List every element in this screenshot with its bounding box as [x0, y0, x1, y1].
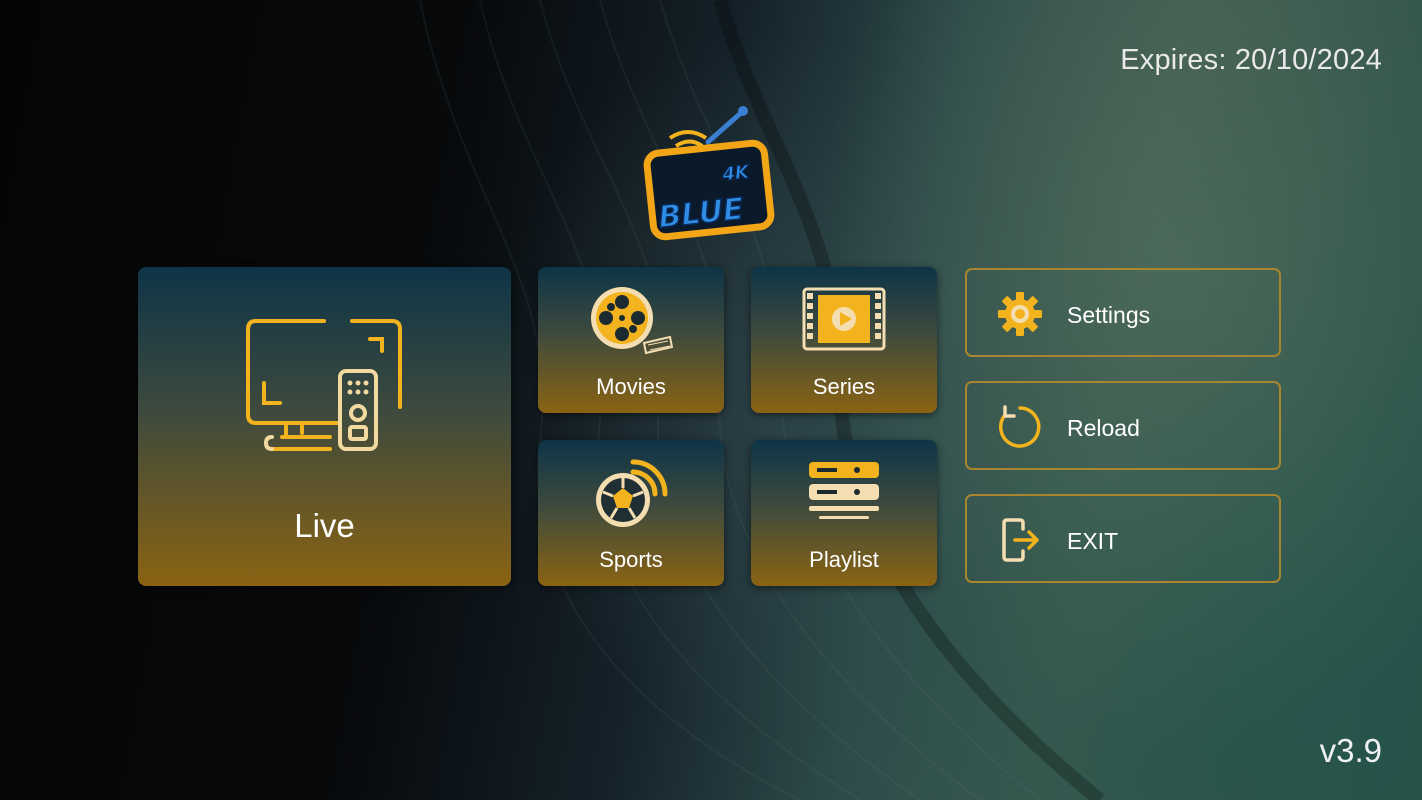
series-label: Series	[812, 374, 876, 399]
reload-icon	[999, 405, 1041, 448]
sports-tile[interactable]: Sports	[538, 440, 724, 586]
server-stack-icon	[809, 462, 879, 519]
live-label: Live	[294, 507, 355, 544]
tv-remote-icon	[245, 319, 402, 451]
film-reel-icon	[591, 287, 674, 355]
reload-label: Reload	[1067, 415, 1140, 441]
settings-label: Settings	[1067, 302, 1151, 328]
soccer-ball-signal-icon	[596, 459, 668, 527]
gear-icon	[998, 292, 1042, 336]
reload-button[interactable]: Reload	[965, 381, 1281, 470]
exit-door-icon	[1002, 518, 1039, 562]
logo-4k-badge: 4K	[720, 162, 752, 186]
settings-button[interactable]: Settings	[965, 268, 1281, 357]
playlist-label: Playlist	[809, 547, 879, 572]
movies-tile[interactable]: Movies	[538, 267, 724, 413]
series-tile[interactable]: Series	[751, 267, 937, 413]
sports-label: Sports	[599, 547, 663, 572]
app-logo: BLUE 4K	[640, 102, 780, 242]
expiry-date: Expires: 20/10/2024	[1120, 44, 1382, 76]
version-label: v3.9	[1319, 732, 1382, 769]
exit-label: EXIT	[1067, 528, 1119, 554]
playlist-tile[interactable]: Playlist	[751, 440, 937, 586]
film-strip-play-icon	[802, 287, 886, 351]
tv-logo-icon: BLUE 4K	[643, 106, 775, 241]
movies-label: Movies	[596, 374, 666, 399]
live-tile[interactable]: Live	[138, 267, 511, 586]
exit-button[interactable]: EXIT	[965, 494, 1281, 583]
